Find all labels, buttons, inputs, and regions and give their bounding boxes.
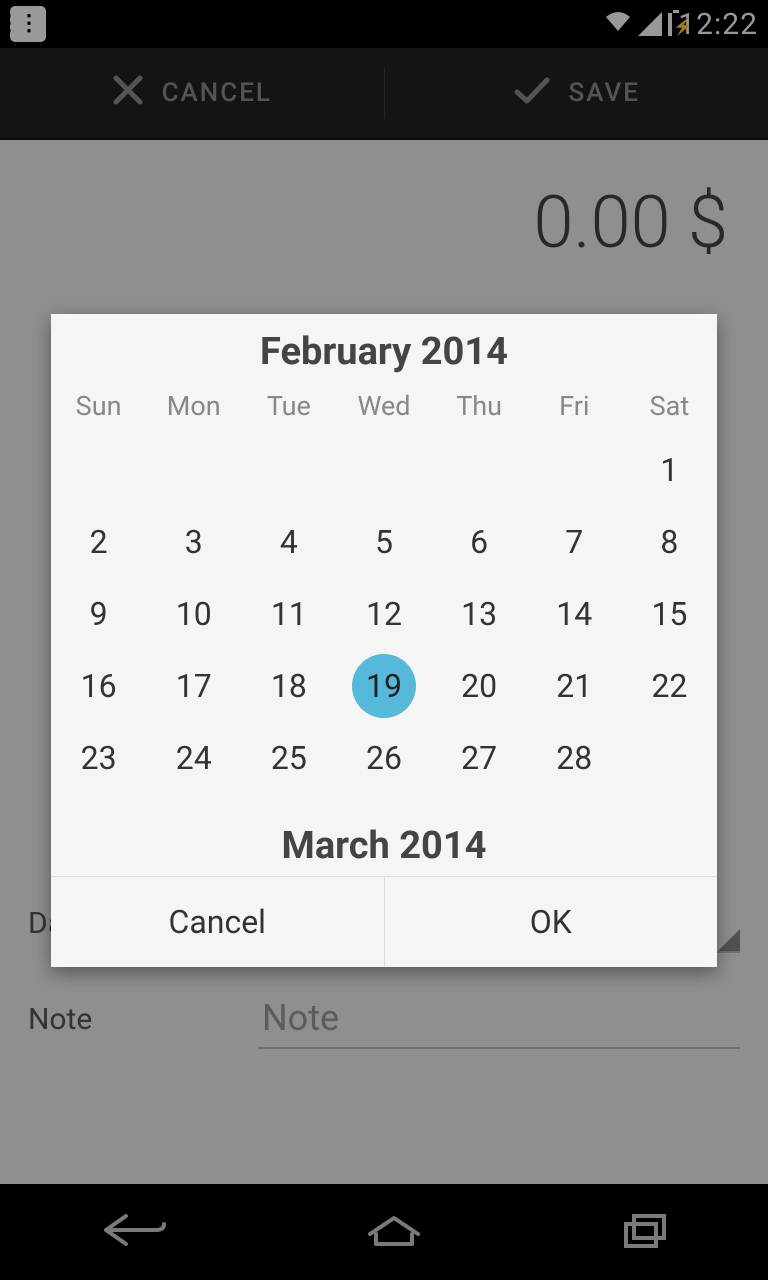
dialog-buttons: Cancel OK (51, 876, 717, 967)
dow-wed: Wed (336, 384, 431, 434)
calendar-day[interactable]: 6 (432, 506, 527, 578)
dow-sat: Sat (622, 384, 717, 434)
dow-fri: Fri (527, 384, 622, 434)
calendar-day[interactable]: 20 (432, 650, 527, 722)
picker-ok-button[interactable]: OK (384, 877, 718, 967)
calendar-day[interactable]: 5 (336, 506, 431, 578)
calendar-week: 1 (51, 434, 717, 506)
calendar-day[interactable]: 26 (336, 722, 431, 794)
modal-overlay[interactable]: February 2014 Sun Mon Tue Wed Thu Fri Sa… (0, 0, 768, 1280)
calendar-day[interactable]: 19 (336, 650, 431, 722)
calendar-day[interactable]: 21 (527, 650, 622, 722)
picker-cancel-button[interactable]: Cancel (51, 877, 384, 967)
dow-thu: Thu (432, 384, 527, 434)
calendar-day[interactable]: 13 (432, 578, 527, 650)
calendar-day[interactable]: 16 (51, 650, 146, 722)
calendar-week: 9101112131415 (51, 578, 717, 650)
calendar-day[interactable]: 25 (241, 722, 336, 794)
calendar-day[interactable]: 12 (336, 578, 431, 650)
calendar-day[interactable]: 11 (241, 578, 336, 650)
calendar-week: 232425262728 (51, 722, 717, 794)
calendar-day[interactable]: 10 (146, 578, 241, 650)
calendar-day[interactable]: 9 (51, 578, 146, 650)
calendar-day[interactable]: 3 (146, 506, 241, 578)
calendar-body: 1234567891011121314151617181920212223242… (51, 434, 717, 794)
date-picker-dialog: February 2014 Sun Mon Tue Wed Thu Fri Sa… (51, 314, 717, 967)
calendar-day[interactable]: 15 (622, 578, 717, 650)
calendar-day[interactable]: 4 (241, 506, 336, 578)
next-month-title: March 2014 (51, 794, 717, 876)
calendar-day[interactable]: 14 (527, 578, 622, 650)
calendar-day[interactable]: 24 (146, 722, 241, 794)
calendar-day[interactable]: 23 (51, 722, 146, 794)
calendar-day[interactable]: 27 (432, 722, 527, 794)
calendar-day[interactable]: 2 (51, 506, 146, 578)
calendar-day[interactable]: 17 (146, 650, 241, 722)
calendar-day[interactable]: 28 (527, 722, 622, 794)
dow-tue: Tue (241, 384, 336, 434)
calendar-day[interactable]: 1 (622, 434, 717, 506)
dow-mon: Mon (146, 384, 241, 434)
month-title: February 2014 (51, 314, 717, 384)
calendar-day[interactable]: 8 (622, 506, 717, 578)
calendar-week: 16171819202122 (51, 650, 717, 722)
calendar-day[interactable]: 7 (527, 506, 622, 578)
calendar-day[interactable]: 18 (241, 650, 336, 722)
calendar-week: 2345678 (51, 506, 717, 578)
dow-sun: Sun (51, 384, 146, 434)
calendar-day[interactable]: 22 (622, 650, 717, 722)
dow-row: Sun Mon Tue Wed Thu Fri Sat (51, 384, 717, 434)
